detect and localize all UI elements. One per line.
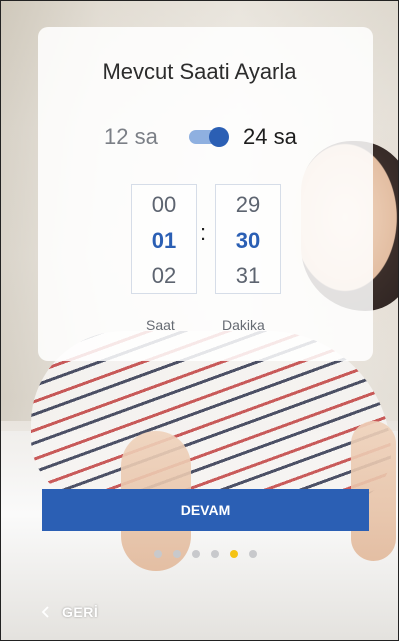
back-label: GERİ [62,604,99,620]
page-indicator [154,550,264,558]
minute-option[interactable]: 29 [216,192,280,218]
page-dot-active [230,550,238,558]
hour-option[interactable]: 00 [132,192,196,218]
time-format-switch[interactable] [189,127,229,147]
page-dot [211,550,219,558]
hour-option[interactable]: 02 [132,263,196,289]
page-dot [192,550,200,558]
hour-picker-label: Saat [146,317,175,333]
page-dot [173,550,181,558]
switch-knob [209,127,229,147]
minute-picker-label: Dakika [222,317,265,333]
minute-option-selected[interactable]: 30 [216,228,280,254]
page-dot [249,550,257,558]
minute-picker[interactable]: 29 30 31 [215,184,281,294]
app-screen: Mevcut Saati Ayarla 12 sa 24 sa 00 01 02… [0,0,399,641]
format-12h-label[interactable]: 12 sa [104,124,158,150]
format-24h-label[interactable]: 24 sa [243,124,297,150]
screen-title: Mevcut Saati Ayarla [102,59,297,84]
page-dot [154,550,162,558]
minute-option[interactable]: 31 [216,263,280,289]
time-separator: : [200,220,207,245]
hour-option-selected[interactable]: 01 [132,228,196,254]
hour-picker[interactable]: 00 01 02 [131,184,197,294]
time-format-toggle-row: 12 sa 24 sa [1,124,398,150]
chevron-left-icon [41,606,49,618]
continue-button[interactable]: DEVAM [42,489,369,531]
